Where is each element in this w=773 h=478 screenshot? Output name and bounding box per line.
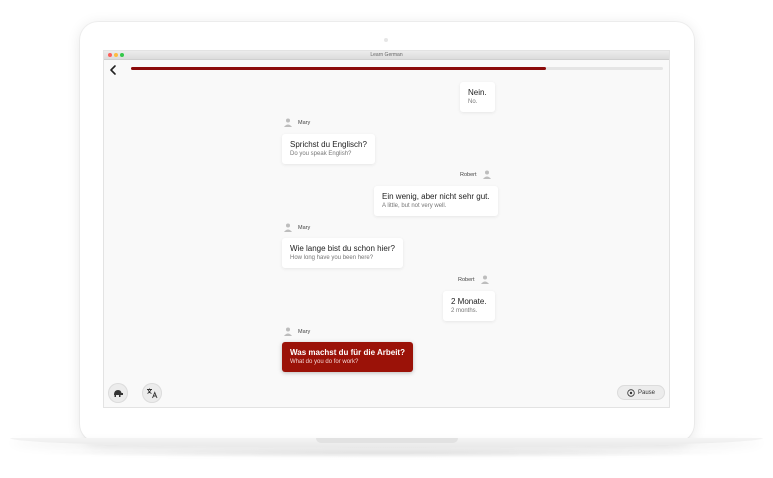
translate-button[interactable] (142, 383, 162, 403)
message-bubble[interactable]: Ein wenig, aber nicht sehr gut. A little… (374, 186, 498, 216)
lesson-progress-fill (131, 67, 546, 70)
turtle-icon (114, 390, 123, 397)
message-bubble[interactable]: 2 Monate. 2 months. (443, 291, 495, 321)
laptop-notch (316, 438, 458, 443)
message-text: Sprichst du Englisch? (290, 140, 367, 149)
pause-label: Pause (637, 389, 655, 396)
message-text: Nein. (468, 88, 487, 97)
speaker-row: Mary (284, 327, 310, 336)
speaker-row: Robert (460, 170, 491, 179)
speaker-row: Robert (458, 275, 489, 284)
message-translation: How long have you been here? (290, 255, 374, 261)
app-window: Learn German Nein. No. Mary Sprichst du … (103, 50, 670, 408)
title-bar: Learn German (104, 51, 669, 60)
slow-speed-button[interactable] (108, 383, 128, 403)
window-title: Learn German (370, 52, 403, 58)
translate-icon (147, 388, 158, 399)
message-bubble[interactable]: Wie lange bist du schon hier? How long h… (282, 238, 403, 268)
user-avatar-icon (284, 223, 292, 232)
user-avatar-icon (284, 327, 292, 336)
message-translation: What do you do for work? (290, 359, 359, 365)
camera-dot (384, 38, 388, 42)
speaker-name: Mary (298, 328, 311, 335)
speaker-row: Mary (284, 118, 310, 127)
user-avatar-icon (284, 118, 292, 127)
laptop-shadow (30, 448, 743, 458)
speaker-name: Mary (298, 119, 311, 126)
user-avatar-icon (482, 170, 491, 179)
message-translation: No. (468, 99, 478, 105)
message-bubble[interactable]: Sprichst du Englisch? Do you speak Engli… (282, 134, 375, 164)
message-text: Ein wenig, aber nicht sehr gut. (382, 192, 490, 201)
pause-circle-icon (627, 388, 635, 397)
back-button[interactable] (108, 63, 118, 75)
chevron-left-icon (110, 65, 116, 75)
message-bubble[interactable]: Nein. No. (460, 82, 495, 112)
message-translation: 2 months. (451, 308, 478, 314)
message-text: Was machst du für die Arbeit? (290, 348, 405, 357)
message-translation: A little, but not very well. (382, 203, 447, 209)
speaker-name: Robert (460, 171, 477, 178)
speaker-name: Mary (298, 224, 311, 231)
message-text: 2 Monate. (451, 297, 487, 306)
lesson-progress-bar (131, 67, 663, 70)
pause-button[interactable]: Pause (617, 385, 665, 400)
message-translation: Do you speak English? (290, 151, 352, 157)
message-text: Wie lange bist du schon hier? (290, 244, 395, 253)
active-message-bubble[interactable]: Was machst du für die Arbeit? What do yo… (282, 342, 413, 372)
speaker-row: Mary (284, 223, 310, 232)
speaker-name: Robert (458, 276, 475, 283)
user-avatar-icon (480, 275, 489, 284)
